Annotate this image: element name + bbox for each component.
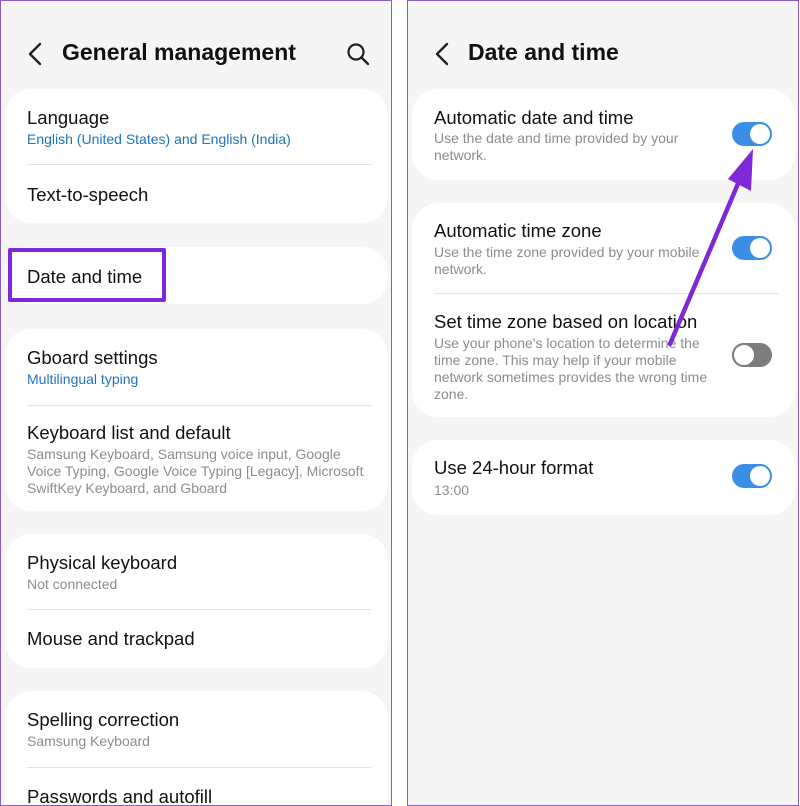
automatic-date-time-item[interactable]: Automatic date and time Use the date and… [412,89,795,180]
back-button[interactable] [21,37,51,71]
keyboard-list-item[interactable]: Keyboard list and default Samsung Keyboa… [5,406,388,511]
settings-card: Use 24-hour format 13:00 [412,440,795,515]
passwords-autofill-item[interactable]: Passwords and autofill [5,768,388,806]
back-button[interactable] [428,37,458,71]
date-and-time-title: Date and time [27,266,143,287]
mouse-trackpad-item[interactable]: Mouse and trackpad [5,610,388,668]
automatic-time-zone-toggle[interactable] [732,236,772,260]
spelling-correction-item[interactable]: Spelling correction Samsung Keyboard [5,691,388,766]
spelling-correction-subtitle: Samsung Keyboard [27,733,150,749]
settings-card: Language English (United States) and Eng… [5,89,388,223]
language-subtitle: English (United States) and English (Ind… [27,131,291,147]
automatic-time-zone-title: Automatic time zone [434,220,602,241]
chevron-left-icon [435,42,449,66]
keyboard-list-title: Keyboard list and default [27,422,231,443]
location-time-zone-toggle[interactable] [732,343,772,367]
24-hour-format-title: Use 24-hour format [434,457,594,478]
physical-keyboard-item[interactable]: Physical keyboard Not connected [5,534,388,609]
automatic-time-zone-subtitle: Use the time zone provided by your mobil… [434,244,700,277]
physical-keyboard-subtitle: Not connected [27,576,118,592]
language-title: Language [27,107,110,128]
location-time-zone-subtitle: Use your phone's location to determine t… [434,335,708,402]
date-and-time-screen: Date and time Automatic date and time Us… [407,0,799,806]
location-time-zone-item[interactable]: Set time zone based on location Use your… [412,294,795,417]
settings-card: Physical keyboard Not connected Mouse an… [5,534,388,668]
general-management-screen: General management Language English (Uni… [0,0,392,806]
chevron-left-icon [28,42,42,66]
24-hour-format-toggle[interactable] [732,464,772,488]
gboard-settings-title: Gboard settings [27,347,158,368]
page-title: Date and time [468,39,619,65]
automatic-time-zone-item[interactable]: Automatic time zone Use the time zone pr… [412,203,795,291]
location-time-zone-title: Set time zone based on location [434,311,698,332]
passwords-autofill-title: Passwords and autofill [27,786,213,806]
automatic-date-time-subtitle: Use the date and time provided by your n… [434,130,679,163]
24-hour-format-subtitle: 13:00 [434,482,470,498]
automatic-date-time-title: Automatic date and time [434,107,634,128]
text-to-speech-item[interactable]: Text-to-speech [5,165,388,223]
settings-card: Automatic time zone Use the time zone pr… [412,203,795,417]
mouse-trackpad-title: Mouse and trackpad [27,628,195,649]
keyboard-list-subtitle: Samsung Keyboard, Samsung voice input, G… [27,446,364,496]
page-title: General management [62,39,296,65]
spelling-correction-title: Spelling correction [27,709,180,730]
search-button[interactable] [343,39,373,69]
search-icon [347,43,370,66]
gboard-settings-item[interactable]: Gboard settings Multilingual typing [5,329,388,404]
gboard-settings-subtitle: Multilingual typing [27,371,139,387]
settings-card: Automatic date and time Use the date and… [412,89,795,180]
settings-card: Date and time [5,247,388,304]
settings-card: Gboard settings Multilingual typing Keyb… [5,329,388,511]
language-item[interactable]: Language English (United States) and Eng… [5,89,388,164]
date-and-time-item[interactable]: Date and time [5,247,388,304]
text-to-speech-title: Text-to-speech [27,184,149,205]
physical-keyboard-title: Physical keyboard [27,552,178,573]
automatic-date-time-toggle[interactable] [732,122,772,146]
settings-card: Spelling correction Samsung Keyboard Pas… [5,691,388,806]
24-hour-format-item[interactable]: Use 24-hour format 13:00 [412,440,795,515]
